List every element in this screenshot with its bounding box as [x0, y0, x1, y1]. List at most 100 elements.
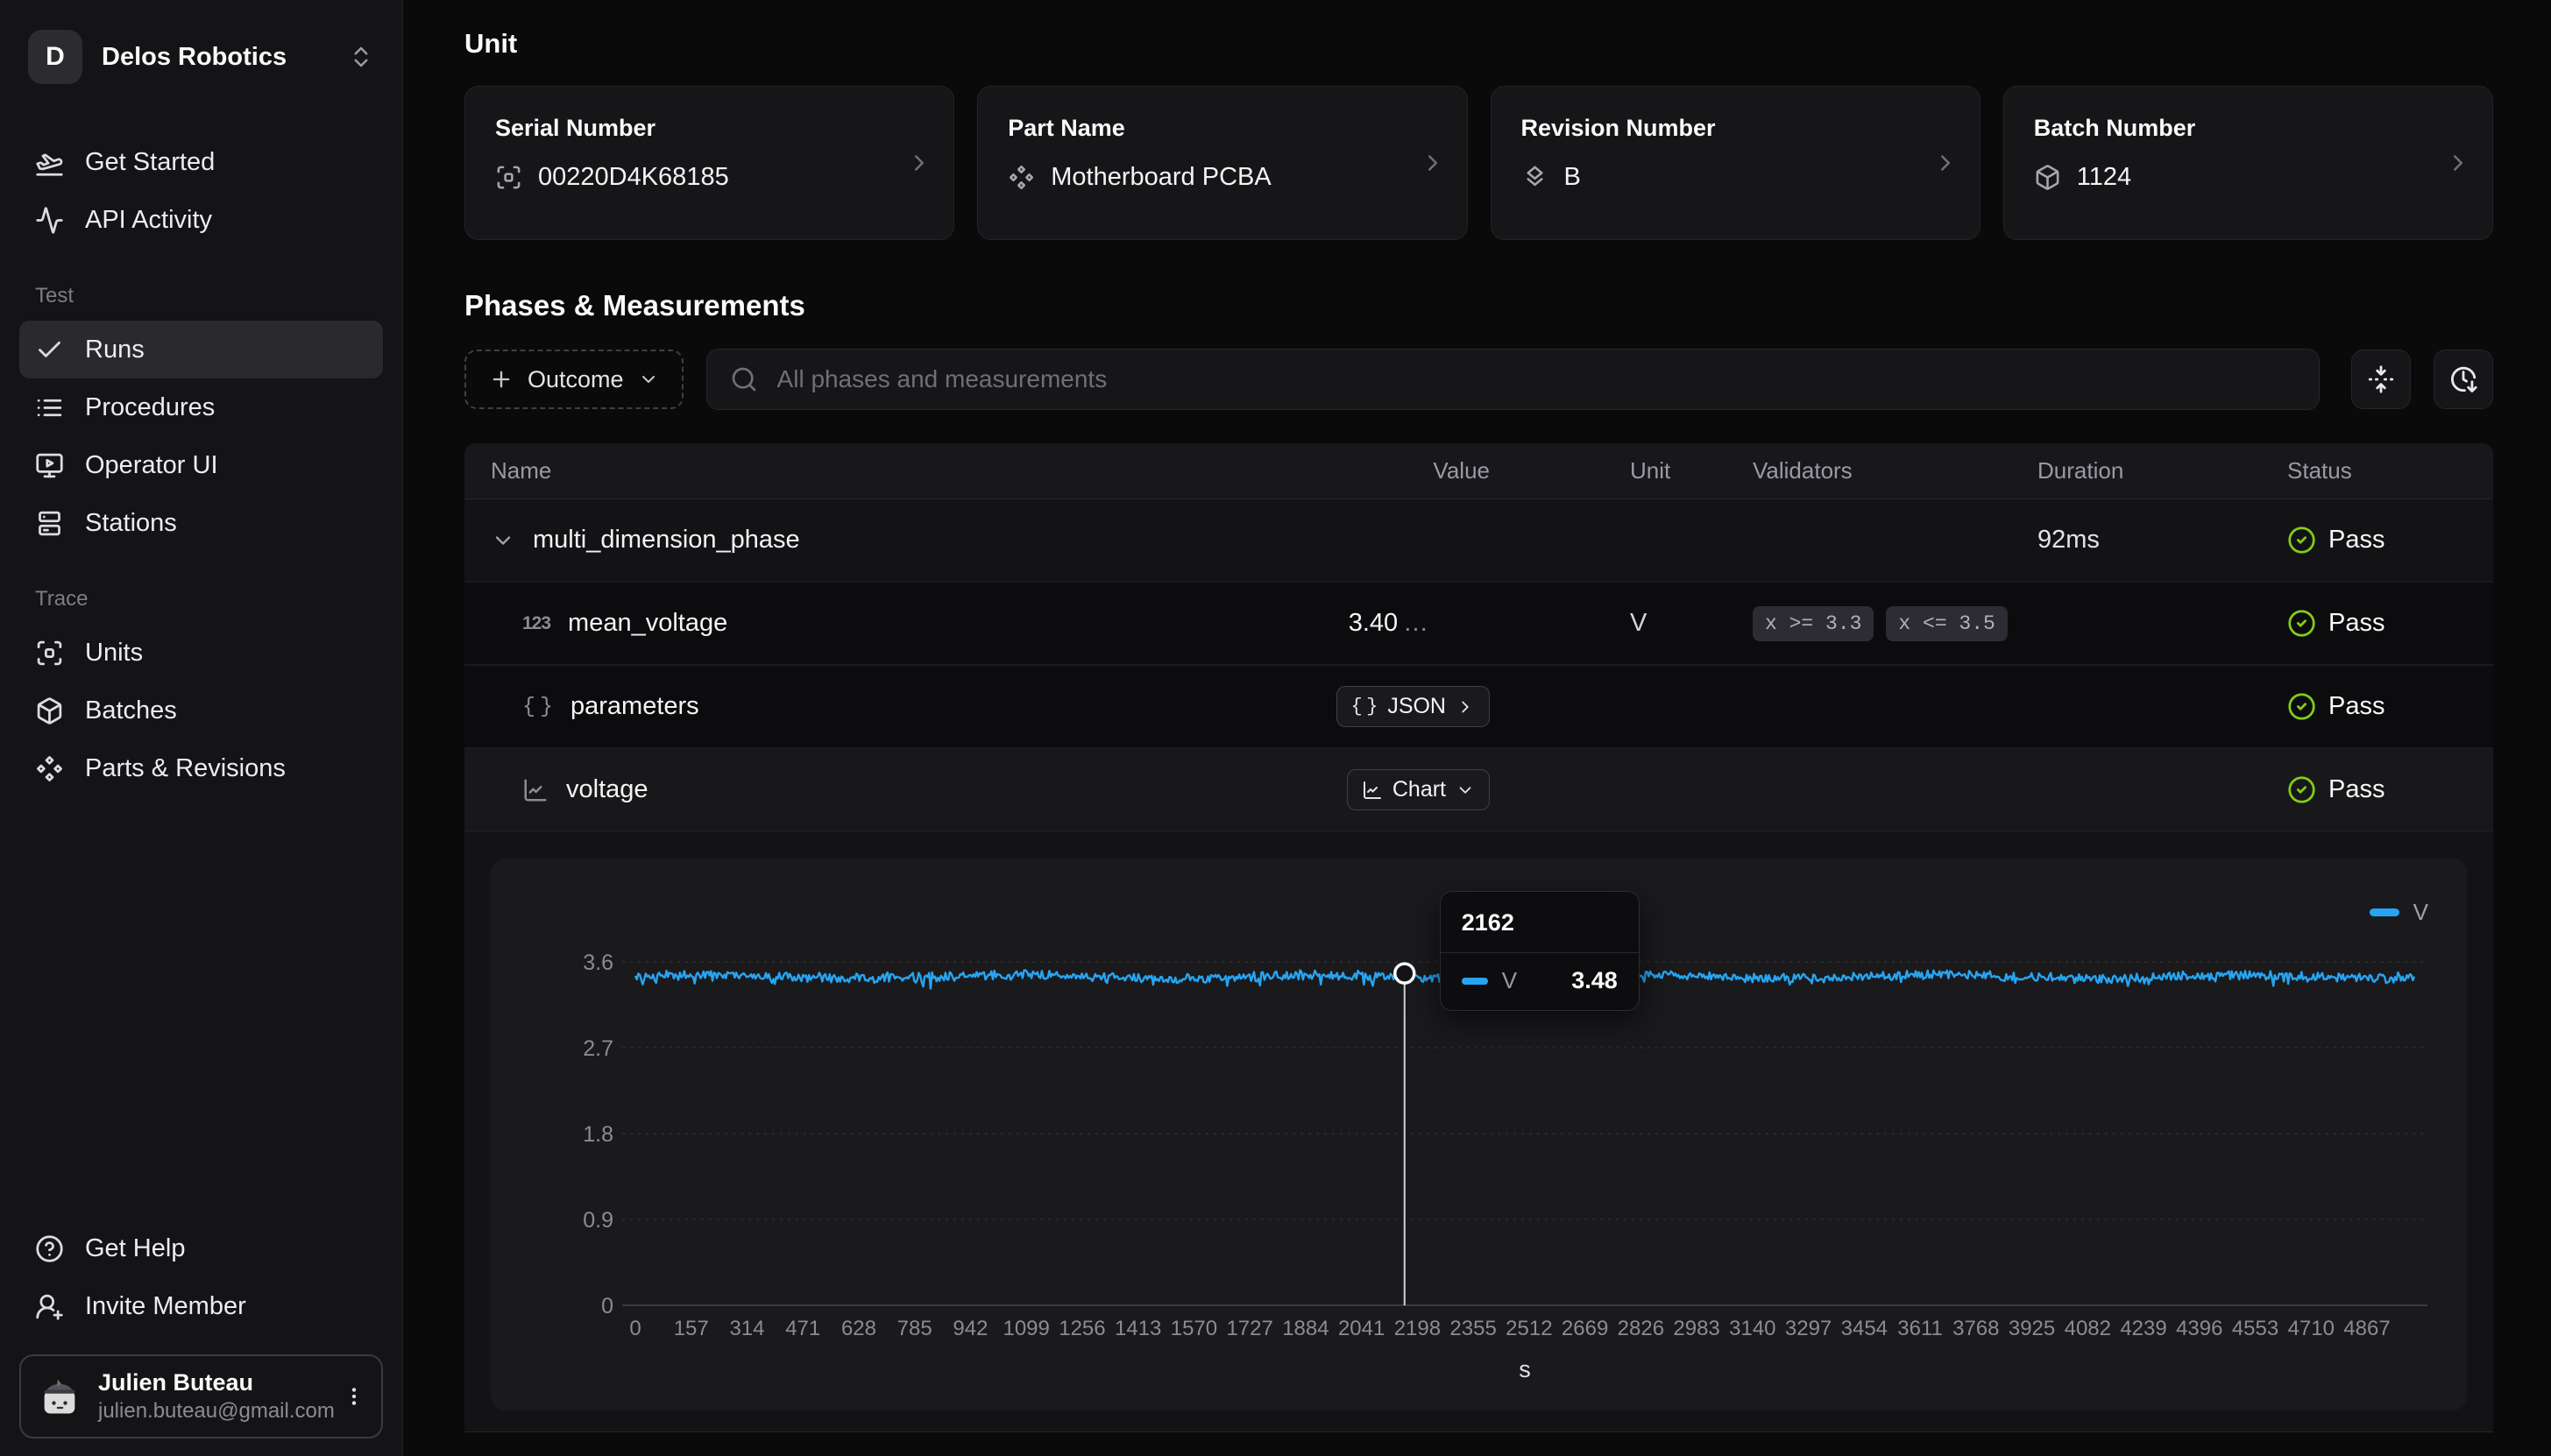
- svg-text:3454: 3454: [1841, 1317, 1888, 1340]
- sidebar: D Delos Robotics Get Started API Activit…: [0, 0, 403, 1456]
- collapse-all-button[interactable]: [2351, 350, 2411, 409]
- table-row-voltage[interactable]: voltage Chart: [464, 749, 2493, 832]
- box-icon: [35, 696, 64, 725]
- search-input[interactable]: [776, 364, 2296, 394]
- table-header: Name Value Unit Validators Duration Stat…: [464, 443, 2493, 499]
- sidebar-item-runs[interactable]: Runs: [19, 321, 383, 378]
- svg-text:1099: 1099: [1003, 1317, 1049, 1340]
- outcome-filter-button[interactable]: Outcome: [464, 350, 684, 409]
- svg-text:2.7: 2.7: [583, 1036, 613, 1061]
- user-menu[interactable]: Julien Buteau julien.buteau@gmail.com: [19, 1354, 383, 1438]
- revision-number-value: B: [1564, 163, 1581, 192]
- plus-icon: [489, 367, 514, 392]
- value-ellipsis: …: [1398, 609, 1428, 637]
- sidebar-footer: Get Help Invite Member Julien Buteau jul…: [19, 1219, 383, 1438]
- chart-chip-button[interactable]: Chart: [1347, 769, 1490, 810]
- json-chip-label: JSON: [1387, 694, 1446, 719]
- sidebar-item-label: Get Help: [85, 1234, 185, 1263]
- monitor-play-icon: [35, 451, 64, 480]
- list-icon: [35, 393, 64, 422]
- chevron-right-icon: [1420, 150, 1446, 176]
- svg-text:1256: 1256: [1059, 1317, 1105, 1340]
- sidebar-item-get-started[interactable]: Get Started: [19, 133, 383, 191]
- card-label: Serial Number: [495, 115, 924, 142]
- clock-arrow-down-icon: [2448, 364, 2478, 394]
- page-title: Unit: [464, 28, 2493, 60]
- svg-text:942: 942: [953, 1317, 988, 1340]
- chevron-right-icon: [2445, 150, 2471, 176]
- tooltip-y-value: 3.48: [1571, 967, 1618, 994]
- tooltip-divider: [1441, 952, 1639, 953]
- sidebar-item-api-activity[interactable]: API Activity: [19, 191, 383, 249]
- user-avatar: [37, 1374, 82, 1419]
- table-row-phase[interactable]: multi_dimension_phase 92ms Pass: [464, 499, 2493, 583]
- svg-text:1.8: 1.8: [583, 1122, 613, 1147]
- org-avatar: D: [28, 30, 82, 84]
- kebab-menu-icon[interactable]: [343, 1385, 365, 1408]
- part-name-card[interactable]: Part Name Motherboard PCBA: [977, 86, 1467, 240]
- scan-icon: [495, 164, 522, 191]
- col-header-value: Value: [1279, 457, 1490, 484]
- measurement-value: 3.40: [1349, 609, 1398, 637]
- sidebar-item-label: Invite Member: [85, 1292, 246, 1321]
- sidebar-item-label: API Activity: [85, 206, 212, 235]
- status-badge: Pass: [2328, 609, 2384, 638]
- svg-text:1570: 1570: [1171, 1317, 1217, 1340]
- sidebar-item-stations[interactable]: Stations: [19, 494, 383, 552]
- stations-icon: [35, 509, 64, 538]
- check-circle-icon: [2287, 775, 2316, 804]
- revision-number-card[interactable]: Revision Number B: [1491, 86, 1981, 240]
- json-chip-button[interactable]: { } JSON: [1336, 686, 1491, 727]
- svg-text:4082: 4082: [2065, 1317, 2111, 1340]
- component-icon: [35, 754, 64, 783]
- tooltip-x-value: 2162: [1462, 909, 1618, 937]
- svg-text:4553: 4553: [2232, 1317, 2278, 1340]
- tooltip-series-label: V: [1502, 967, 1517, 994]
- svg-text:314: 314: [729, 1317, 764, 1340]
- svg-text:3768: 3768: [1952, 1317, 1999, 1340]
- svg-text:471: 471: [785, 1317, 820, 1340]
- sidebar-item-operator-ui[interactable]: Operator UI: [19, 436, 383, 494]
- status-badge: Pass: [2328, 775, 2384, 804]
- user-email: julien.buteau@gmail.com: [98, 1398, 327, 1424]
- sidebar-item-units[interactable]: Units: [19, 624, 383, 682]
- chevron-down-icon[interactable]: [491, 528, 515, 553]
- svg-text:4710: 4710: [2288, 1317, 2335, 1340]
- line-chart-icon: [1362, 780, 1383, 801]
- search-bar[interactable]: [706, 349, 2320, 410]
- sidebar-item-parts-revisions[interactable]: Parts & Revisions: [19, 739, 383, 797]
- history-button[interactable]: [2434, 350, 2493, 409]
- plane-takeoff-icon: [35, 148, 64, 177]
- user-info: Julien Buteau julien.buteau@gmail.com: [98, 1368, 327, 1424]
- measurement-unit: V: [1490, 609, 1718, 638]
- sidebar-item-label: Parts & Revisions: [85, 754, 286, 783]
- table-row-mean-voltage[interactable]: 123 mean_voltage 3.40 … V x >= 3.3 x <= …: [464, 583, 2493, 666]
- serial-number-card[interactable]: Serial Number 00220D4K68185: [464, 86, 954, 240]
- svg-text:4396: 4396: [2176, 1317, 2222, 1340]
- org-name: Delos Robotics: [102, 43, 287, 72]
- sidebar-item-invite-member[interactable]: Invite Member: [19, 1277, 383, 1335]
- svg-text:3140: 3140: [1729, 1317, 1775, 1340]
- chevron-down-icon: [638, 369, 659, 390]
- svg-text:1413: 1413: [1115, 1317, 1161, 1340]
- sidebar-item-get-help[interactable]: Get Help: [19, 1219, 383, 1277]
- sidebar-item-batches[interactable]: Batches: [19, 682, 383, 739]
- batch-number-card[interactable]: Batch Number 1124: [2003, 86, 2493, 240]
- filter-toolbar: Outcome: [464, 349, 2493, 410]
- org-switcher[interactable]: D Delos Robotics: [19, 23, 383, 91]
- sidebar-item-procedures[interactable]: Procedures: [19, 378, 383, 436]
- sidebar-item-label: Units: [85, 639, 143, 668]
- svg-text:2355: 2355: [1449, 1317, 1496, 1340]
- user-name: Julien Buteau: [98, 1368, 327, 1398]
- sidebar-item-label: Get Started: [85, 148, 215, 177]
- svg-text:0: 0: [629, 1317, 641, 1340]
- line-chart-icon: [522, 777, 549, 803]
- number-type-icon: 123: [522, 613, 550, 634]
- svg-text:2198: 2198: [1394, 1317, 1441, 1340]
- fold-vertical-icon: [2366, 364, 2396, 394]
- table-row-parameters[interactable]: { } parameters { } JSON: [464, 666, 2493, 749]
- chevrons-up-down-icon: [348, 44, 374, 70]
- chevron-down-icon: [1456, 781, 1475, 800]
- chart-chip-label: Chart: [1392, 777, 1446, 802]
- measurement-name: mean_voltage: [568, 609, 727, 638]
